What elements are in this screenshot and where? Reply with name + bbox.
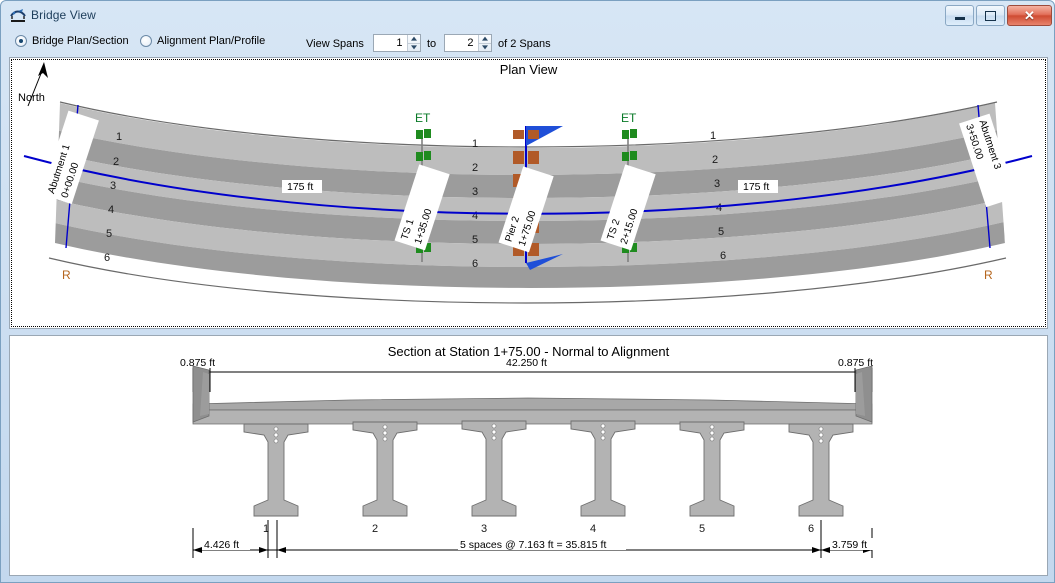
bridge-view-window: Bridge View ✕ Bridge Plan/Section Alignm… [0, 0, 1055, 583]
span-to-up-button[interactable] [478, 35, 491, 44]
span-to-down-button[interactable] [479, 44, 491, 52]
r-label-left: R [62, 268, 71, 282]
section-girder-label-3: 3 [481, 523, 487, 535]
close-icon: ✕ [1024, 8, 1035, 23]
girder-5 [679, 421, 745, 517]
span-to-stepper[interactable]: 2 [444, 34, 492, 52]
plan-girder-label-mid-2: 2 [472, 162, 478, 174]
section-girder-label-5: 5 [699, 523, 705, 535]
minimize-button[interactable] [945, 5, 974, 26]
span-from-stepper[interactable]: 1 [373, 34, 421, 52]
section-girder-label-6: 6 [808, 523, 814, 535]
plan-girder-label-r2: 2 [712, 154, 718, 166]
plan-girder-label-4: 4 [108, 204, 114, 216]
radio-bridge-plan-section-label: Bridge Plan/Section [32, 35, 129, 47]
bridge-plan-geometry: 1 2 3 4 5 6 1 2 3 4 5 6 1 2 3 4 5 6 ET E… [23, 101, 1033, 304]
svg-text:175 ft: 175 ft [287, 181, 313, 193]
et-label-right: ET [621, 111, 637, 125]
window-title: Bridge View [31, 8, 96, 22]
section-view-panel[interactable]: Section at Station 1+75.00 - Normal to A… [9, 335, 1048, 576]
plan-girder-label-1: 1 [116, 131, 122, 143]
section-girder-label-4: 4 [590, 523, 596, 535]
girder-group [243, 420, 854, 517]
span-to-label: to [427, 38, 437, 50]
dim-right-edge: 3.759 ft [830, 538, 878, 551]
maximize-button[interactable] [976, 5, 1005, 26]
of-spans-label: of 2 Spans [498, 38, 551, 50]
plan-girder-label-r3: 3 [714, 178, 720, 190]
girder-3 [461, 420, 527, 517]
plan-girder-label-r5: 5 [718, 226, 724, 238]
svg-text:3.759 ft: 3.759 ft [832, 539, 867, 551]
et-label-left: ET [415, 111, 431, 125]
section-view-drawing: 0.875 ft 42.250 ft 0.875 ft 1 2 3 4 5 6 … [178, 356, 886, 558]
minimize-icon [954, 17, 965, 20]
dim-right-overhang: 0.875 ft [836, 356, 886, 369]
span-from-value[interactable]: 1 [374, 35, 407, 51]
girder-2 [352, 421, 418, 517]
bridge-deck [192, 397, 873, 425]
span-from-arrows[interactable] [406, 35, 420, 52]
radio-alignment-plan-profile-button[interactable] [140, 35, 152, 47]
window-controls: ✕ [945, 5, 1052, 26]
girder-1 [243, 423, 309, 517]
dim-left-overhang: 0.875 ft [178, 356, 228, 369]
plan-girder-label-6: 6 [104, 252, 110, 264]
dim-total-width: 42.250 ft [504, 356, 560, 369]
plan-girder-label-r4: 4 [716, 202, 722, 214]
right-barrier [855, 365, 873, 423]
plan-girder-label-r6: 6 [720, 250, 726, 262]
plan-girder-label-2: 2 [113, 156, 119, 168]
bridge-view-icon [9, 7, 27, 25]
dim-girder-spacing: 5 spaces @ 7.163 ft = 35.815 ft [458, 538, 626, 551]
plan-girder-label-mid-4: 4 [472, 210, 478, 222]
plan-view-panel[interactable]: Plan View North 1 2 3 4 5 6 1 2 3 4 5 6 … [9, 57, 1048, 329]
svg-text:5 spaces @ 7.163 ft = 35.815 f: 5 spaces @ 7.163 ft = 35.815 ft [460, 539, 606, 551]
span-from-up-button[interactable] [407, 35, 420, 44]
title-bar[interactable]: Bridge View ✕ [1, 1, 1055, 31]
plan-girder-label-5: 5 [106, 228, 112, 240]
plan-girder-label-mid-3: 3 [472, 186, 478, 198]
section-girder-label-2: 2 [372, 523, 378, 535]
radio-bridge-plan-section-button[interactable] [15, 35, 27, 47]
plan-girder-label-mid-5: 5 [472, 234, 478, 246]
view-options-toolbar: Bridge Plan/Section Alignment Plan/Profi… [1, 31, 1055, 55]
radio-bridge-plan-section[interactable]: Bridge Plan/Section [15, 35, 129, 47]
maximize-icon [985, 10, 996, 21]
view-spans-label: View Spans [306, 38, 364, 50]
plan-girder-label-r1: 1 [710, 130, 716, 142]
girder-4 [570, 420, 636, 517]
girder-6 [788, 423, 854, 517]
svg-text:175 ft: 175 ft [743, 181, 769, 193]
plan-girder-label-3: 3 [110, 180, 116, 192]
svg-text:4.426 ft: 4.426 ft [204, 539, 239, 551]
svg-text:42.250 ft: 42.250 ft [506, 357, 547, 369]
span-label-right: 175 ft [738, 180, 778, 193]
r-label-right: R [984, 268, 993, 282]
radio-alignment-plan-profile[interactable]: Alignment Plan/Profile [140, 35, 265, 47]
dim-left-edge: 4.426 ft [202, 538, 250, 551]
plan-girder-label-mid-1: 1 [472, 138, 478, 150]
span-label-left: 175 ft [282, 180, 322, 193]
span-from-down-button[interactable] [408, 44, 420, 52]
span-to-arrows[interactable] [477, 35, 491, 52]
left-barrier [192, 365, 210, 423]
plan-girder-label-mid-6: 6 [472, 258, 478, 270]
close-button[interactable]: ✕ [1007, 5, 1052, 26]
radio-alignment-plan-profile-label: Alignment Plan/Profile [157, 35, 266, 47]
span-to-value[interactable]: 2 [445, 35, 478, 51]
